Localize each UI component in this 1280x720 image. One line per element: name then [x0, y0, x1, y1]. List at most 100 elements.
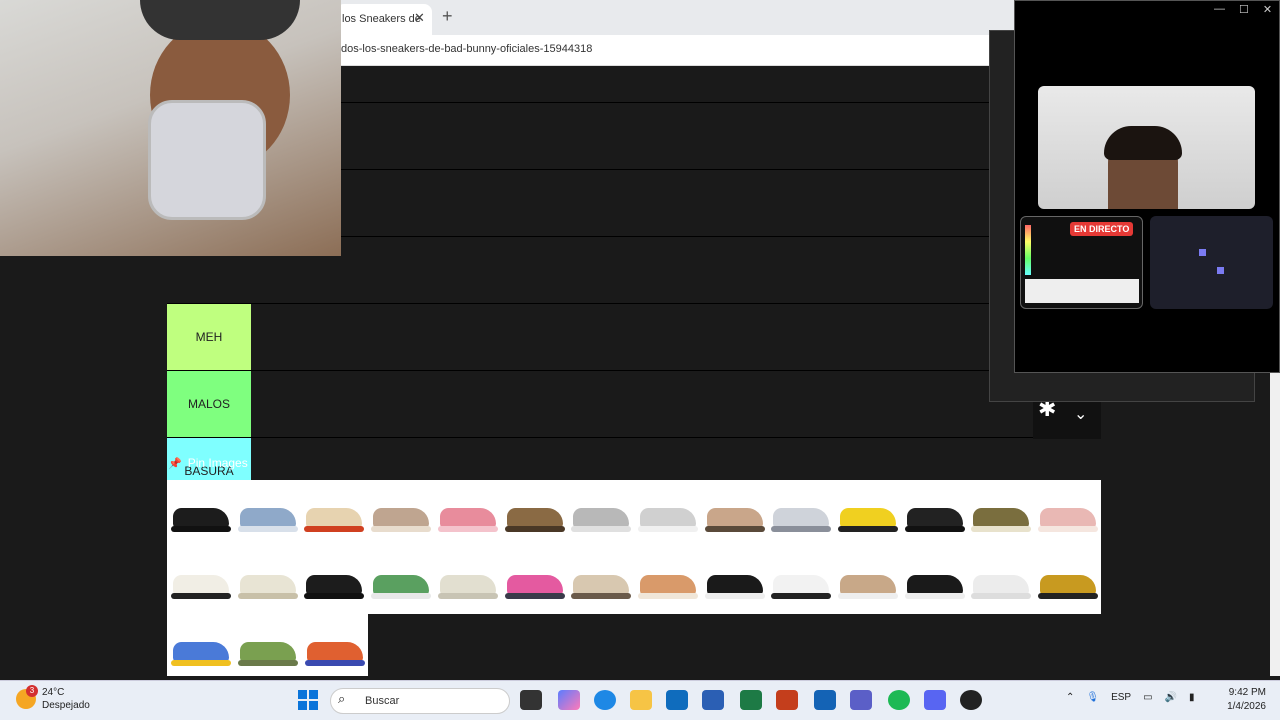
shoe-upper — [239, 575, 296, 595]
shoe-image[interactable] — [300, 547, 366, 613]
excel-icon[interactable] — [740, 690, 762, 710]
taskbar-search[interactable]: Buscar — [330, 688, 510, 714]
shoe-sole — [237, 593, 298, 599]
shoe-image[interactable] — [767, 547, 833, 613]
shoe-image[interactable] — [967, 547, 1033, 613]
tier-row[interactable]: MEH — [167, 303, 1101, 370]
spotify-icon[interactable] — [888, 690, 910, 710]
shoe-sole — [971, 593, 1032, 599]
shoe-image[interactable] — [701, 480, 767, 546]
shoe-image[interactable] — [234, 547, 300, 613]
discord-icon[interactable] — [924, 690, 946, 710]
shoe-sole — [1038, 526, 1099, 532]
tier-row[interactable]: MALOS — [167, 370, 1101, 437]
shoe-sole — [304, 593, 365, 599]
shoe-image[interactable] — [301, 614, 367, 680]
shoe-image[interactable] — [367, 480, 433, 546]
shoe-image[interactable] — [167, 614, 233, 680]
participant-tile[interactable] — [1150, 216, 1273, 309]
shoe-image[interactable] — [434, 480, 500, 546]
tier-label[interactable]: MALOS — [167, 371, 251, 437]
shoe-image[interactable] — [167, 547, 233, 613]
shoe-upper — [307, 642, 363, 662]
shoe-upper — [240, 642, 296, 662]
shoe-upper — [973, 508, 1030, 528]
shoe-upper — [373, 508, 430, 528]
shoe-image[interactable] — [300, 480, 366, 546]
shoe-image[interactable] — [234, 480, 300, 546]
powerpoint-icon[interactable] — [776, 690, 798, 710]
outlook-icon[interactable] — [666, 690, 688, 710]
minimize-icon[interactable]: — — [1214, 3, 1225, 16]
shoe-sole — [904, 593, 965, 599]
shoe-upper — [573, 575, 630, 595]
shoe-image[interactable] — [434, 547, 500, 613]
edge-icon[interactable] — [594, 690, 616, 710]
shoe-sole — [305, 660, 365, 666]
shoe-upper — [773, 575, 830, 595]
shoe-sole — [1038, 593, 1099, 599]
shoe-sole — [504, 593, 565, 599]
volume-icon[interactable]: 🔊 — [1165, 692, 1177, 703]
tier-label[interactable]: MEH — [167, 304, 251, 370]
url-text[interactable]: dos-los-sneakers-de-bad-bunny-oficiales-… — [341, 43, 592, 55]
copilot-icon[interactable] — [558, 690, 580, 710]
avatar-dot — [1217, 267, 1224, 274]
close-icon[interactable]: ✕ — [1263, 3, 1272, 16]
image-pool-preview — [1025, 279, 1139, 303]
shoe-image[interactable] — [767, 480, 833, 546]
pin-images-header[interactable]: 📌 Pin Images — [168, 456, 248, 470]
shoe-sole — [571, 593, 632, 599]
shoe-image[interactable] — [501, 547, 567, 613]
weather-widget[interactable]: 3 24°C Despejado — [16, 685, 90, 712]
shoe-sole — [771, 526, 832, 532]
store-icon[interactable] — [814, 690, 836, 710]
live-badge: EN DIRECTO — [1070, 222, 1134, 236]
shoe-image[interactable] — [234, 614, 300, 680]
participant-video[interactable] — [1038, 86, 1255, 209]
shoe-image[interactable] — [567, 547, 633, 613]
file-explorer-icon[interactable] — [630, 690, 652, 710]
shoe-upper — [573, 508, 630, 528]
shoe-image[interactable] — [901, 547, 967, 613]
shoe-sole — [571, 526, 632, 532]
shoe-image[interactable] — [367, 547, 433, 613]
shoe-sole — [238, 660, 298, 666]
time: 9:42 PM — [1228, 687, 1266, 698]
battery-icon[interactable]: ▮ — [1189, 692, 1195, 703]
shoe-image[interactable] — [1034, 480, 1100, 546]
shoe-image[interactable] — [501, 480, 567, 546]
weather-badge: 3 — [26, 685, 38, 697]
task-view-icon[interactable] — [520, 690, 542, 710]
clock[interactable]: 9:42 PM 1/4/2026 — [1218, 686, 1266, 714]
microphone-icon[interactable]: 🎙 — [1086, 692, 1099, 703]
shoe-image[interactable] — [967, 480, 1033, 546]
shoe-upper — [239, 508, 296, 528]
network-icon[interactable]: ▭ — [1143, 692, 1152, 703]
obs-icon[interactable] — [960, 690, 982, 710]
maximize-icon[interactable]: ☐ — [1239, 3, 1249, 16]
chevron-up-icon[interactable]: ⌃ — [1066, 692, 1074, 703]
shoe-upper — [506, 508, 563, 528]
new-tab-icon[interactable]: + — [442, 6, 453, 27]
shoe-image[interactable] — [701, 547, 767, 613]
chevron-down-icon[interactable]: ⌄ — [1074, 404, 1087, 424]
teams-icon[interactable] — [850, 690, 872, 710]
shoe-sole — [237, 526, 298, 532]
shoe-image[interactable] — [567, 480, 633, 546]
language-indicator[interactable]: ESP — [1111, 692, 1131, 703]
shoe-upper — [639, 575, 696, 595]
shoe-image[interactable] — [834, 547, 900, 613]
start-icon[interactable] — [298, 690, 318, 710]
tab-close-icon[interactable]: ✕ — [414, 10, 425, 26]
date: 1/4/2026 — [1227, 701, 1266, 712]
word-icon[interactable] — [702, 690, 724, 710]
system-tray[interactable]: ⌃ 🎙 ESP ▭ 🔊 ▮ — [1066, 692, 1195, 703]
shoe-image[interactable] — [634, 547, 700, 613]
window-controls[interactable]: — ☐ ✕ — [1214, 3, 1272, 16]
shoe-image[interactable] — [167, 480, 233, 546]
shoe-image[interactable] — [834, 480, 900, 546]
shoe-image[interactable] — [901, 480, 967, 546]
shoe-image[interactable] — [1034, 547, 1100, 613]
shoe-image[interactable] — [634, 480, 700, 546]
